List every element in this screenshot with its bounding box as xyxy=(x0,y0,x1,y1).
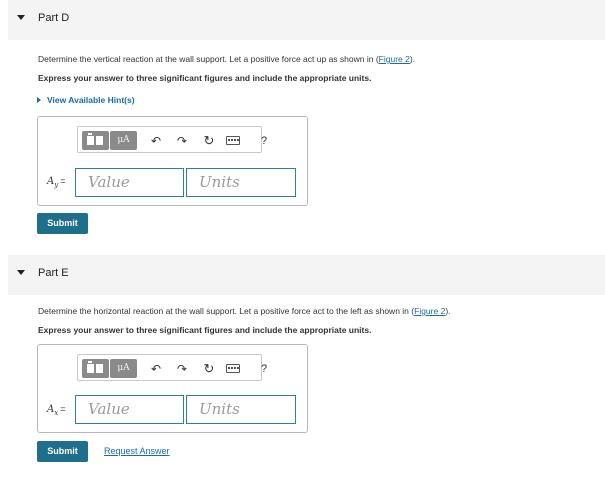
help-icon[interactable]: ? xyxy=(255,132,273,150)
help-icon[interactable]: ? xyxy=(255,360,273,378)
part-e-description: Determine the horizontal reaction at the… xyxy=(38,306,451,316)
figure-link[interactable]: Figure 2 xyxy=(379,54,410,64)
collapse-triangle-icon[interactable] xyxy=(17,15,25,20)
math-toolbar: μA ↶ ↷ ↻ ? xyxy=(77,354,267,381)
undo-icon[interactable]: ↶ xyxy=(147,360,165,378)
part-d-instructions: Express your answer to three significant… xyxy=(38,73,372,83)
units-input[interactable]: Units xyxy=(186,395,296,424)
keyboard-icon[interactable] xyxy=(226,364,240,373)
redo-icon[interactable]: ↷ xyxy=(173,132,191,150)
templates-icon[interactable] xyxy=(82,359,109,378)
part-d-description: Determine the vertical reaction at the w… xyxy=(38,54,416,64)
templates-icon[interactable] xyxy=(82,131,109,150)
units-icon[interactable]: μA xyxy=(110,131,137,150)
value-input[interactable]: Value xyxy=(75,168,184,197)
part-d-answer-box: μA ↶ ↷ ↻ ? Ay = Value Units xyxy=(37,116,308,206)
figure-link[interactable]: Figure 2 xyxy=(414,306,445,316)
submit-button[interactable]: Submit xyxy=(37,441,88,462)
part-e-instructions: Express your answer to three significant… xyxy=(38,325,372,335)
request-answer-link[interactable]: Request Answer xyxy=(104,446,170,456)
reset-icon[interactable]: ↻ xyxy=(200,360,218,378)
keyboard-icon[interactable] xyxy=(226,136,240,145)
submit-button[interactable]: Submit xyxy=(37,213,88,234)
redo-icon[interactable]: ↷ xyxy=(173,360,191,378)
value-input[interactable]: Value xyxy=(75,395,184,424)
undo-icon[interactable]: ↶ xyxy=(147,132,165,150)
view-hints-link[interactable]: View Available Hint(s) xyxy=(37,95,135,105)
part-e-header[interactable]: Part E xyxy=(8,255,605,295)
units-input[interactable]: Units xyxy=(186,168,296,197)
collapse-triangle-icon[interactable] xyxy=(17,270,25,275)
part-d-header[interactable]: Part D xyxy=(8,0,605,40)
expand-triangle-icon xyxy=(37,97,41,103)
part-e-title: Part E xyxy=(38,267,69,279)
variable-label-ay: Ay = xyxy=(47,176,66,189)
math-toolbar: μA ↶ ↷ ↻ ? xyxy=(77,126,267,153)
variable-label-ax: Ax = xyxy=(47,404,66,417)
part-d-title: Part D xyxy=(38,12,70,24)
reset-icon[interactable]: ↻ xyxy=(200,132,218,150)
part-e-answer-box: μA ↶ ↷ ↻ ? Ax = Value Units xyxy=(37,344,308,433)
units-icon[interactable]: μA xyxy=(110,359,137,378)
